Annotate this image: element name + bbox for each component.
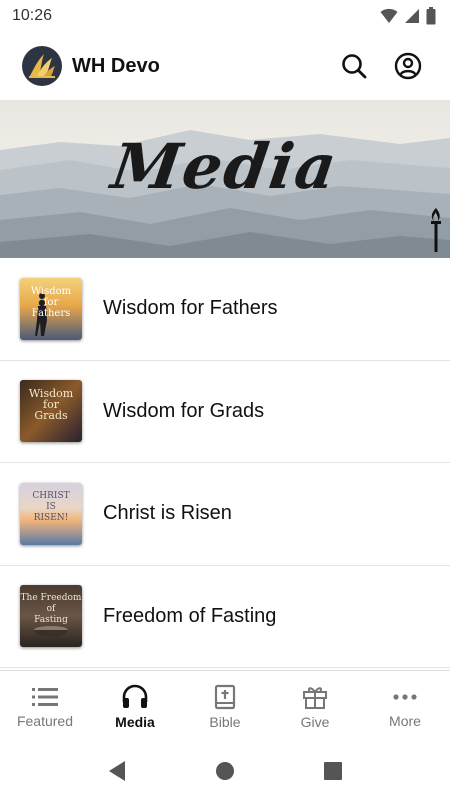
thumbnail-text-line: Grads [34, 409, 68, 423]
thumbnail-text-line: CHRIST [32, 490, 70, 501]
search-button[interactable] [334, 46, 374, 86]
thumbnail-text-line: The Freedom [20, 593, 82, 604]
media-list: Wisdom for Fathers Wisdom for Fathers Wi… [0, 258, 450, 668]
media-item-wisdom-for-fathers[interactable]: Wisdom for Fathers Wisdom for Fathers [0, 258, 450, 361]
status-bar: 10:26 [0, 0, 450, 32]
banner-title: Media [107, 130, 343, 203]
thumbnail-text-line: IS [46, 501, 56, 512]
thumbnail-text-line: RISEN! [33, 512, 69, 523]
nav-bible[interactable]: Bible [180, 671, 270, 742]
nav-give[interactable]: Give [270, 671, 360, 742]
battery-icon [426, 7, 436, 25]
thumbnail-text: Wisdom for Grads [29, 388, 73, 421]
nav-label: Featured [16, 712, 74, 729]
bible-icon [214, 684, 236, 709]
media-item-christ-is-risen[interactable]: CHRIST IS RISEN! Christ is Risen [0, 463, 450, 566]
nav-featured[interactable]: Featured [0, 671, 90, 742]
thumbnail-text-line: Fasting [34, 615, 68, 626]
media-item-title: Freedom of Fasting [103, 604, 277, 627]
thumbnail-text: The Freedom of Fasting [21, 593, 82, 626]
gift-icon [303, 686, 327, 709]
thumbnail-text: Wisdom for Fathers [31, 286, 71, 319]
nav-label: More [389, 712, 421, 729]
search-icon [342, 54, 367, 79]
flame-logo [22, 46, 62, 86]
media-item-title: Wisdom for Grads [103, 399, 265, 422]
bottom-nav: Featured Media Bible Give More [0, 670, 450, 742]
media-item-wisdom-for-grads[interactable]: Wisdom for Grads Wisdom for Grads [0, 361, 450, 463]
media-item-freedom-of-fasting[interactable]: The Freedom of Fasting Freedom of Fastin… [0, 566, 450, 668]
nav-label: Media [115, 713, 155, 730]
headphones-icon [122, 684, 148, 708]
home-icon[interactable] [215, 761, 235, 781]
back-icon[interactable] [107, 760, 127, 782]
status-time: 10:26 [12, 7, 53, 24]
thumbnail-text-line: of [46, 604, 56, 615]
media-thumbnail: CHRIST IS RISEN! [20, 482, 82, 545]
media-thumbnail: Wisdom for Fathers [20, 277, 82, 340]
nav-label: Give [300, 713, 330, 730]
thumbnail-text-line: Wisdom [30, 285, 72, 297]
media-banner: Media [0, 100, 450, 258]
more-icon [393, 693, 417, 700]
cell-signal-icon [405, 9, 419, 23]
status-icons [380, 7, 436, 25]
nav-label: Bible [209, 713, 241, 730]
list-icon [32, 687, 58, 706]
system-nav-bar [0, 742, 450, 800]
wifi-icon [380, 8, 398, 23]
thumbnail-text-line: Fathers [31, 307, 71, 319]
nav-media[interactable]: Media [90, 671, 180, 742]
media-item-title: Christ is Risen [103, 502, 232, 525]
media-item-title: Wisdom for Fathers [103, 297, 278, 320]
thumbnail-text: CHRIST IS RISEN! [32, 491, 69, 524]
torch-icon [431, 208, 441, 252]
media-thumbnail: Wisdom for Grads [20, 380, 82, 443]
app-header: WH Devo [0, 32, 450, 100]
bowl-image [34, 626, 68, 637]
nav-more[interactable]: More [360, 671, 450, 742]
account-button[interactable] [388, 46, 428, 86]
account-icon [394, 52, 422, 80]
recents-icon[interactable] [323, 761, 343, 781]
app-title: WH Devo [72, 54, 160, 77]
media-thumbnail: The Freedom of Fasting [20, 585, 82, 648]
thumbnail-text-line: for [43, 296, 59, 308]
